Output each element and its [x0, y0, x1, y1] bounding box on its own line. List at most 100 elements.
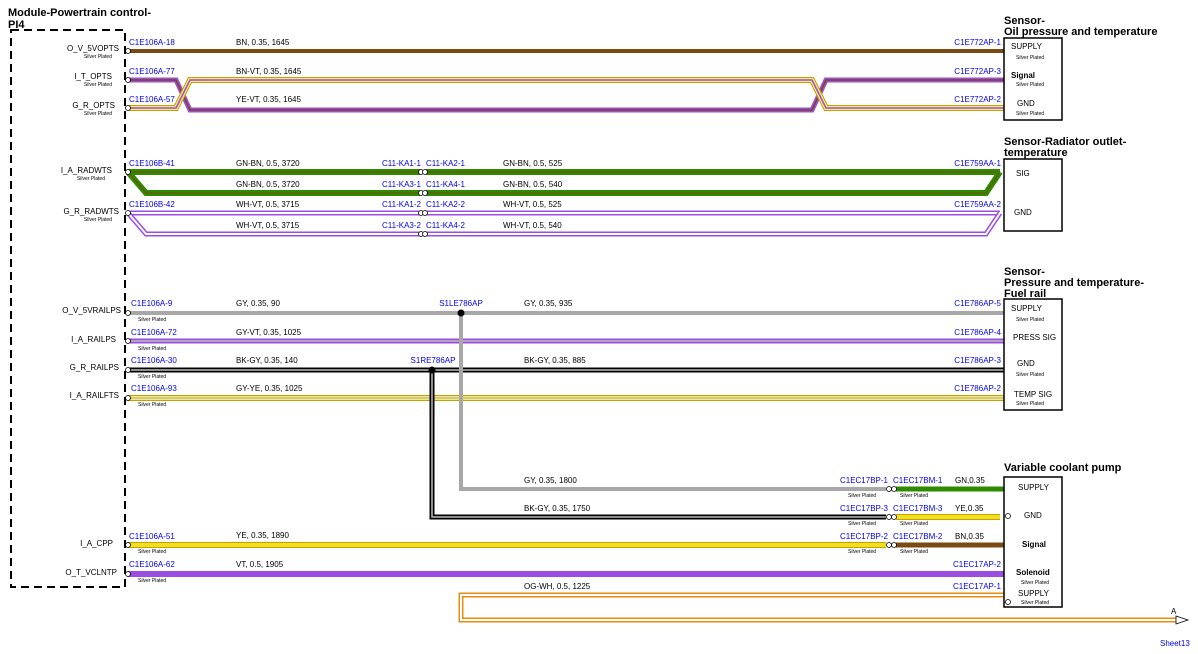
wire-spec: GN-BN, 0.5, 3720 [236, 159, 300, 168]
sensor-pin-label: GND [1014, 208, 1032, 217]
terminal [1005, 599, 1011, 605]
plating-note: Silver Plated [900, 521, 928, 527]
variable-coolant-pump: Variable coolant pump SUPPLY GND Signal … [1003, 462, 1122, 608]
wire-spec: WH-VT, 0.5, 3715 [236, 200, 300, 209]
plating-note: Silver Plated [900, 549, 928, 555]
connector-id[interactable]: C11-KA3-1 [382, 180, 422, 189]
plating-note: Silver Plated [138, 374, 166, 380]
inline-connector [891, 514, 897, 520]
connector-id[interactable]: C1EC17AP-1 [953, 582, 1002, 591]
connector-id[interactable]: C1E106A-30 [131, 356, 177, 365]
connector-id[interactable]: C1E772AP-2 [954, 95, 1001, 104]
sensor-pin-label: GND [1017, 359, 1035, 368]
wire-spec: BN,0.35 [955, 532, 984, 541]
connector-id[interactable]: C1E106B-41 [129, 159, 175, 168]
inline-connector [422, 210, 428, 216]
wire-spec: YE, 0.35, 1890 [236, 531, 289, 540]
connector-id[interactable]: C1EC17BM-1 [893, 476, 943, 485]
connector-id[interactable]: C1E106A-93 [131, 384, 177, 393]
connector-id[interactable]: C1EC17BM-3 [893, 504, 943, 513]
wire-w16 [458, 592, 1176, 623]
connector-id[interactable]: C1E106A-72 [131, 328, 177, 337]
wire-spec: GY, 0.35, 1800 [524, 476, 577, 485]
wire-spec: GY, 0.35, 90 [236, 299, 280, 308]
terminal [125, 571, 131, 577]
sensor-pin-label: Solenoid [1016, 568, 1050, 577]
sensor-radiator-outlet-temperature: Sensor-Radiator outlet- temperature SIG … [1003, 136, 1127, 232]
connector-id[interactable]: C1E106A-62 [129, 560, 175, 569]
sensor-title: Oil pressure and temperature [1004, 26, 1157, 38]
connector-id[interactable]: C1EC17BP-3 [840, 504, 889, 513]
pin-plating: Silver Plated [84, 217, 112, 223]
connector-id[interactable]: S1RE786AP [411, 356, 456, 365]
connector-id[interactable]: C1EC17BM-2 [893, 532, 943, 541]
connector-id[interactable]: C11-KA1-1 [382, 159, 422, 168]
connector-id[interactable]: C11-KA2-1 [426, 159, 466, 168]
pin-plating: Silver Plated [84, 111, 112, 117]
wire-spec: GY-VT, 0.35, 1025 [236, 328, 302, 337]
plating-note: Silver Plated [900, 493, 928, 499]
sensor-pin-label: TEMP SIG [1014, 390, 1052, 399]
sensor-pin-label: SUPPLY [1018, 483, 1050, 492]
terminal [125, 310, 131, 316]
plating-note: Silver Plated [138, 549, 166, 555]
connector-id[interactable]: C1EC17BP-2 [840, 532, 889, 541]
connector-id[interactable]: C1EC17AP-2 [953, 560, 1002, 569]
sensor-box [1003, 158, 1063, 232]
offpage-sheet-link[interactable]: Sheet13 [1160, 639, 1190, 648]
connector-id[interactable]: C11-KA4-1 [426, 180, 466, 189]
module-pin-label: I_A_CPP [80, 539, 113, 548]
wire-w13 [429, 370, 886, 520]
connector-id[interactable]: C1E106A-77 [129, 67, 175, 76]
plating-note: Silver Plated [138, 317, 166, 323]
offpage-arrow-icon[interactable] [1175, 615, 1190, 625]
sensor-pin-plating: Silver Plated [1016, 317, 1044, 323]
wire-spec: GN-BN, 0.5, 3720 [236, 180, 300, 189]
plating-note: Silver Plated [848, 493, 876, 499]
connector-id[interactable]: C11-KA3-2 [382, 221, 422, 230]
connector-id[interactable]: C1E772AP-1 [954, 38, 1001, 47]
connector-id[interactable]: C1E759AA-1 [954, 159, 1001, 168]
connector-id[interactable]: C1EC17BP-1 [840, 476, 889, 485]
module-pin-label: O_T_VCLNTP [65, 568, 117, 577]
sensor-pin-label: PRESS SIG [1013, 333, 1056, 342]
inline-connector [891, 486, 897, 492]
connector-id[interactable]: C1E106B-42 [129, 200, 175, 209]
module-pins: O_V_5VOPTS Silver Plated I_T_OPTS Silver… [61, 44, 121, 577]
connector-id[interactable]: C1E786AP-3 [954, 356, 1001, 365]
offpage-letter: A [1171, 607, 1177, 616]
connector-id[interactable]: S1LE786AP [439, 299, 483, 308]
connector-id[interactable]: C1E106A-57 [129, 95, 175, 104]
sensor-pin-label: SIG [1016, 169, 1030, 178]
connector-id[interactable]: C1E106A-9 [131, 299, 173, 308]
sensor-pin-label: SUPPLY [1018, 589, 1050, 598]
sensor-pin-plating: Silver Plated [1016, 372, 1044, 378]
inline-connector [891, 542, 897, 548]
sensor-pin-plating: Silver Plated [1016, 111, 1044, 117]
plating-note: Silver Plated [138, 346, 166, 352]
connector-id[interactable]: C1E106A-18 [129, 38, 175, 47]
terminal [125, 48, 131, 54]
module-pin-label: G_R_RAILPS [70, 363, 119, 372]
connector-id[interactable]: C1E106A-51 [129, 532, 175, 541]
terminal [125, 542, 131, 548]
sensor-title: temperature [1004, 147, 1068, 159]
terminal [125, 338, 131, 344]
connector-id[interactable]: C1E759AA-2 [954, 200, 1001, 209]
wire-spec: BK-GY, 0.35, 885 [524, 356, 586, 365]
terminal [1005, 513, 1011, 519]
connector-id[interactable]: C11-KA1-2 [382, 200, 422, 209]
terminal [125, 395, 131, 401]
connector-id[interactable]: C1E786AP-2 [954, 384, 1001, 393]
wire-spec: GN,0.35 [955, 476, 985, 485]
connector-id[interactable]: C1E786AP-5 [954, 299, 1001, 308]
offpage-connector[interactable]: A Sheet13 [1160, 607, 1190, 648]
connector-id[interactable]: C1E772AP-3 [954, 67, 1001, 76]
sensor-pin-label: GND [1024, 511, 1042, 520]
connector-id[interactable]: C11-KA2-2 [426, 200, 466, 209]
sensor-pin-label: Signal [1011, 71, 1035, 80]
wire-spec: YE-VT, 0.35, 1645 [236, 95, 301, 104]
wire-spec: VT, 0.5, 1905 [236, 560, 284, 569]
connector-id[interactable]: C11-KA4-2 [426, 221, 466, 230]
connector-id[interactable]: C1E786AP-4 [954, 328, 1001, 337]
